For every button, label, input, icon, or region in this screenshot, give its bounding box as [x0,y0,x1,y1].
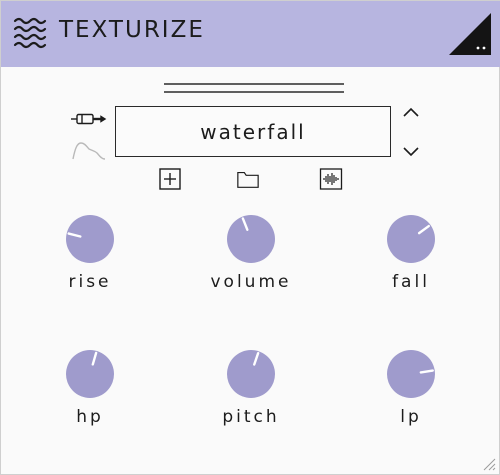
hp-knob-body [66,350,114,398]
waves-icon [13,17,47,49]
audio-plug-icon[interactable] [71,111,107,127]
folder-icon[interactable] [236,167,260,191]
add-preset-icon[interactable] [158,167,182,191]
volume-knob[interactable] [226,214,276,264]
volume-label: volume [210,272,292,292]
plugin-window: TEXTURIZE waterfall rise volume fall hp … [0,0,500,475]
fall-knob-body [387,215,435,263]
volume-knob-body [227,215,275,263]
chevron-down-icon[interactable] [400,143,422,159]
fall-label: fall [392,272,430,292]
preset-display[interactable]: waterfall [115,106,391,157]
lp-label: lp [400,407,422,427]
lp-knob-body [387,350,435,398]
lp-knob[interactable] [386,349,436,399]
resize-handle-icon[interactable] [482,457,496,471]
rise-label: rise [68,272,112,292]
pitch-knob[interactable] [226,349,276,399]
menu-triangle-icon[interactable] [447,11,493,57]
app-title: TEXTURIZE [59,17,205,43]
chevron-up-icon[interactable] [400,105,422,121]
header-bar: TEXTURIZE [1,1,500,67]
hp-knob[interactable] [65,349,115,399]
waveform-icon[interactable] [319,167,343,191]
rise-knob-body [66,215,114,263]
pitch-label: pitch [222,407,280,427]
pitch-knob-body [227,350,275,398]
hp-label: hp [76,407,104,427]
decorative-lines [164,83,344,93]
envelope-icon[interactable] [71,139,107,161]
rise-knob[interactable] [65,214,115,264]
fall-knob[interactable] [386,214,436,264]
